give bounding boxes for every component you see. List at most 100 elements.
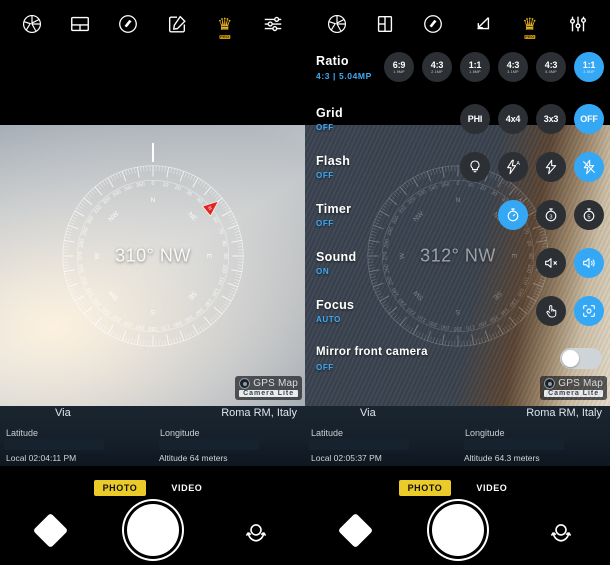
svg-text:330: 330 [112,189,123,199]
svg-text:N: N [151,197,156,204]
tab-photo[interactable]: PHOTO [398,480,452,496]
option-ratio-43[interactable]: 4:3 2.1MP [422,52,452,82]
svg-text:140: 140 [194,306,205,316]
option-flash-flash-auto-icon[interactable]: A [498,152,528,182]
latitude-value-redacted [309,439,409,450]
option-grid-4x4[interactable]: 4x4 [498,104,528,134]
option-grid-phi[interactable]: PHI [460,104,490,134]
flip-camera-icon[interactable] [548,518,574,544]
option-label: 3x3 [543,114,559,124]
compass-dial: 0102030405060708090100110120130140150160… [56,143,250,353]
option-sublabel: 5.0MP [545,69,557,74]
compass-north-tick [152,143,154,162]
setting-title-focus: Focus [316,298,355,312]
setting-value-flash: OFF [316,171,334,180]
setting-value-sound: ON [316,267,330,276]
option-ratio-69[interactable]: 6:9 1.9MP [384,52,414,82]
setting-row-grid: Grid OFF PHI 4x4 3x3 OFF [305,100,610,148]
option-timer-timer-3s-icon[interactable]: 3 [536,200,566,230]
top-icon-bar: ♛ PRO ♛ PRO [0,0,610,48]
option-grid-3x3[interactable]: 3x3 [536,104,566,134]
option-label: 1:1 [468,59,482,70]
svg-text:230: 230 [93,297,103,308]
left-camera-preview[interactable]: 0102030405060708090100110120130140150160… [0,125,305,406]
mirror-front-camera-toggle[interactable] [560,348,602,369]
flip-camera-icon[interactable] [243,518,269,544]
option-ratio-43[interactable]: 4:3 5.0MP [536,52,566,82]
compass-icon[interactable] [115,11,141,37]
crown-pro-icon[interactable]: ♛ PRO [517,11,543,39]
svg-text:220: 220 [102,306,113,316]
bottom-control-bar: PHOTO VIDEO PHOTO VIDEO [0,466,610,565]
setting-title-grid: Grid [316,106,343,120]
svg-text:NE: NE [186,211,198,223]
svg-text:60: 60 [211,216,219,224]
right-geo-info-bar: Via Roma RM, Italy Latitude Longitude Lo… [305,406,610,466]
gallery-thumbnail-button[interactable] [337,512,374,549]
left-top-gap [0,48,305,125]
svg-text:240: 240 [86,287,96,298]
longitude-label: Longitude [465,428,505,438]
tab-photo[interactable]: PHOTO [93,480,147,496]
setting-options-timer: 35 [498,200,604,230]
aperture-icon[interactable] [324,11,350,37]
tab-video[interactable]: VIDEO [162,480,211,496]
option-timer-timer-5s-icon[interactable]: 5 [574,200,604,230]
latitude-label: Latitude [6,428,39,438]
option-ratio-43[interactable]: 4:3 3.1MP [498,52,528,82]
flash-auto-icon: A [507,159,520,175]
compass-icon[interactable] [420,11,446,37]
gallery-thumbnail-button[interactable] [32,512,69,549]
shutter-button[interactable] [431,504,484,556]
setting-value-mirror: OFF [316,363,334,372]
resize-arrow-icon[interactable] [469,11,495,37]
left-address-row: Via Roma RM, Italy [0,406,305,424]
pro-badge: PRO [524,34,536,39]
option-timer-timer-off-icon[interactable] [498,200,528,230]
aperture-icon[interactable] [19,11,45,37]
setting-row-focus: Focus AUTO [305,292,610,340]
setting-row-flash: Flash OFF A [305,148,610,196]
option-focus-focus-touch-icon[interactable] [536,296,566,326]
tab-video[interactable]: VIDEO [467,480,516,496]
svg-text:70: 70 [217,228,225,236]
setting-options-ratio: 6:9 1.9MP 4:3 2.1MP 1:1 1.6MP 4:3 3.1MP 4:3 5.0MP… [384,52,604,82]
option-ratio-11[interactable]: 1:1 3.8MP [574,52,604,82]
layout-template-icon[interactable] [372,11,398,37]
option-label: 4x4 [505,114,521,124]
altitude-label: Altitude 64.3 meters [464,453,540,463]
layout-template-icon[interactable] [67,11,93,37]
option-focus-focus-auto-icon[interactable] [574,296,604,326]
timer-3s-icon: 3 [545,208,557,222]
setting-options-grid: PHI 4x4 3x3 OFF [460,104,604,134]
option-flash-flash-torch-icon[interactable] [460,152,490,182]
svg-text:350: 350 [136,182,146,189]
sound-on-icon [583,258,595,268]
flash-torch-icon [470,160,480,173]
svg-text:20: 20 [174,185,182,193]
latitude-value-redacted [4,439,104,450]
sliders-settings-icon[interactable] [565,11,591,37]
latitude-label: Latitude [311,428,344,438]
svg-text:A: A [516,161,520,167]
option-flash-flash-off-icon[interactable] [574,152,604,182]
edit-pencil-icon[interactable] [164,11,190,37]
option-grid-off[interactable]: OFF [574,104,604,134]
longitude-value-redacted [464,439,564,450]
watermark-subtitle: Camera Lite [544,390,603,397]
shutter-button[interactable] [126,504,179,556]
option-label: 4:3 [506,59,520,70]
option-label: PHI [467,114,483,124]
option-sound-sound-mute-icon[interactable] [536,248,566,278]
svg-text:320: 320 [102,196,113,206]
option-flash-flash-on-icon[interactable] [536,152,566,182]
city-label: Roma RM, Italy [221,407,297,419]
option-ratio-11[interactable]: 1:1 1.6MP [460,52,490,82]
svg-text:120: 120 [210,287,220,298]
sliders-settings-icon[interactable] [260,11,286,37]
svg-text:0: 0 [152,181,155,187]
option-sound-sound-on-icon[interactable] [574,248,604,278]
option-label: OFF [580,114,598,124]
crown-pro-icon[interactable]: ♛ PRO [212,11,238,39]
setting-options-flash: A [460,152,604,182]
